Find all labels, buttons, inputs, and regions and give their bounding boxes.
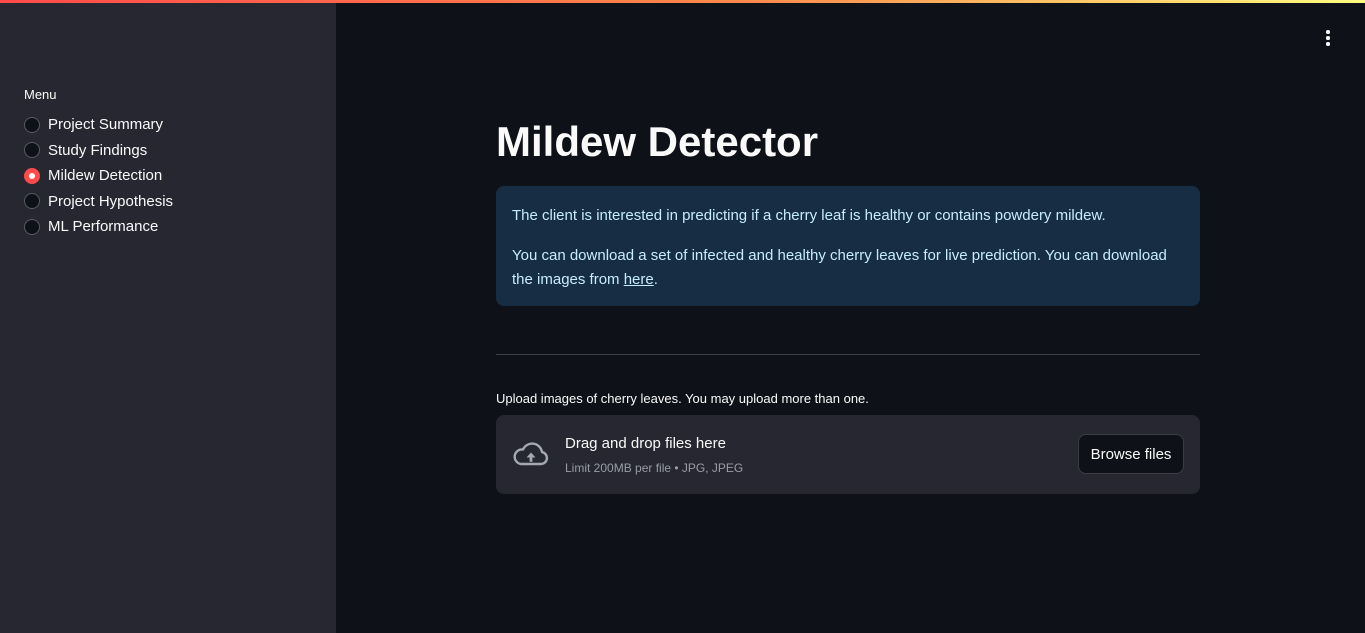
radio-button[interactable] — [24, 116, 40, 133]
menu-item-mildew-detection[interactable]: Mildew Detection — [24, 163, 173, 189]
file-dropzone[interactable]: Drag and drop files here Limit 200MB per… — [496, 415, 1200, 494]
divider — [496, 354, 1200, 355]
browse-files-button[interactable]: Browse files — [1078, 434, 1184, 474]
info-text-line-1: The client is interested in predicting i… — [512, 207, 1106, 224]
radio-button[interactable] — [24, 218, 40, 235]
radio-button[interactable] — [24, 142, 40, 159]
cloud-upload-icon — [513, 442, 549, 466]
sidebar: Menu Project Summary Study Findings Mild… — [0, 3, 336, 633]
menu-item-label: ML Performance — [48, 218, 159, 236]
info-text-line-2: You can download a set of infected and h… — [512, 247, 1167, 288]
page-title: Mildew Detector — [496, 118, 819, 165]
menu-item-study-findings[interactable]: Study Findings — [24, 138, 173, 164]
kebab-menu-icon[interactable] — [1318, 28, 1338, 48]
menu-item-label: Project Summary — [48, 116, 164, 134]
dropzone-title: Drag and drop files here — [565, 435, 726, 452]
menu-item-label: Mildew Detection — [48, 167, 163, 185]
menu-item-label: Study Findings — [48, 141, 148, 159]
radio-button[interactable] — [24, 193, 40, 210]
radio-button-selected[interactable] — [24, 167, 40, 184]
download-link[interactable]: here — [624, 271, 654, 288]
menu-item-project-summary[interactable]: Project Summary — [24, 112, 173, 138]
uploader-label: Upload images of cherry leaves. You may … — [496, 391, 869, 406]
menu-item-label: Project Hypothesis — [48, 192, 174, 210]
menu-item-ml-performance[interactable]: ML Performance — [24, 214, 173, 240]
menu-radio-group: Project Summary Study Findings Mildew De… — [24, 112, 173, 240]
dropzone-subtitle: Limit 200MB per file • JPG, JPEG — [565, 461, 744, 475]
info-alert: The client is interested in predicting i… — [496, 186, 1200, 306]
menu-item-project-hypothesis[interactable]: Project Hypothesis — [24, 189, 173, 215]
menu-label: Menu — [24, 87, 57, 102]
